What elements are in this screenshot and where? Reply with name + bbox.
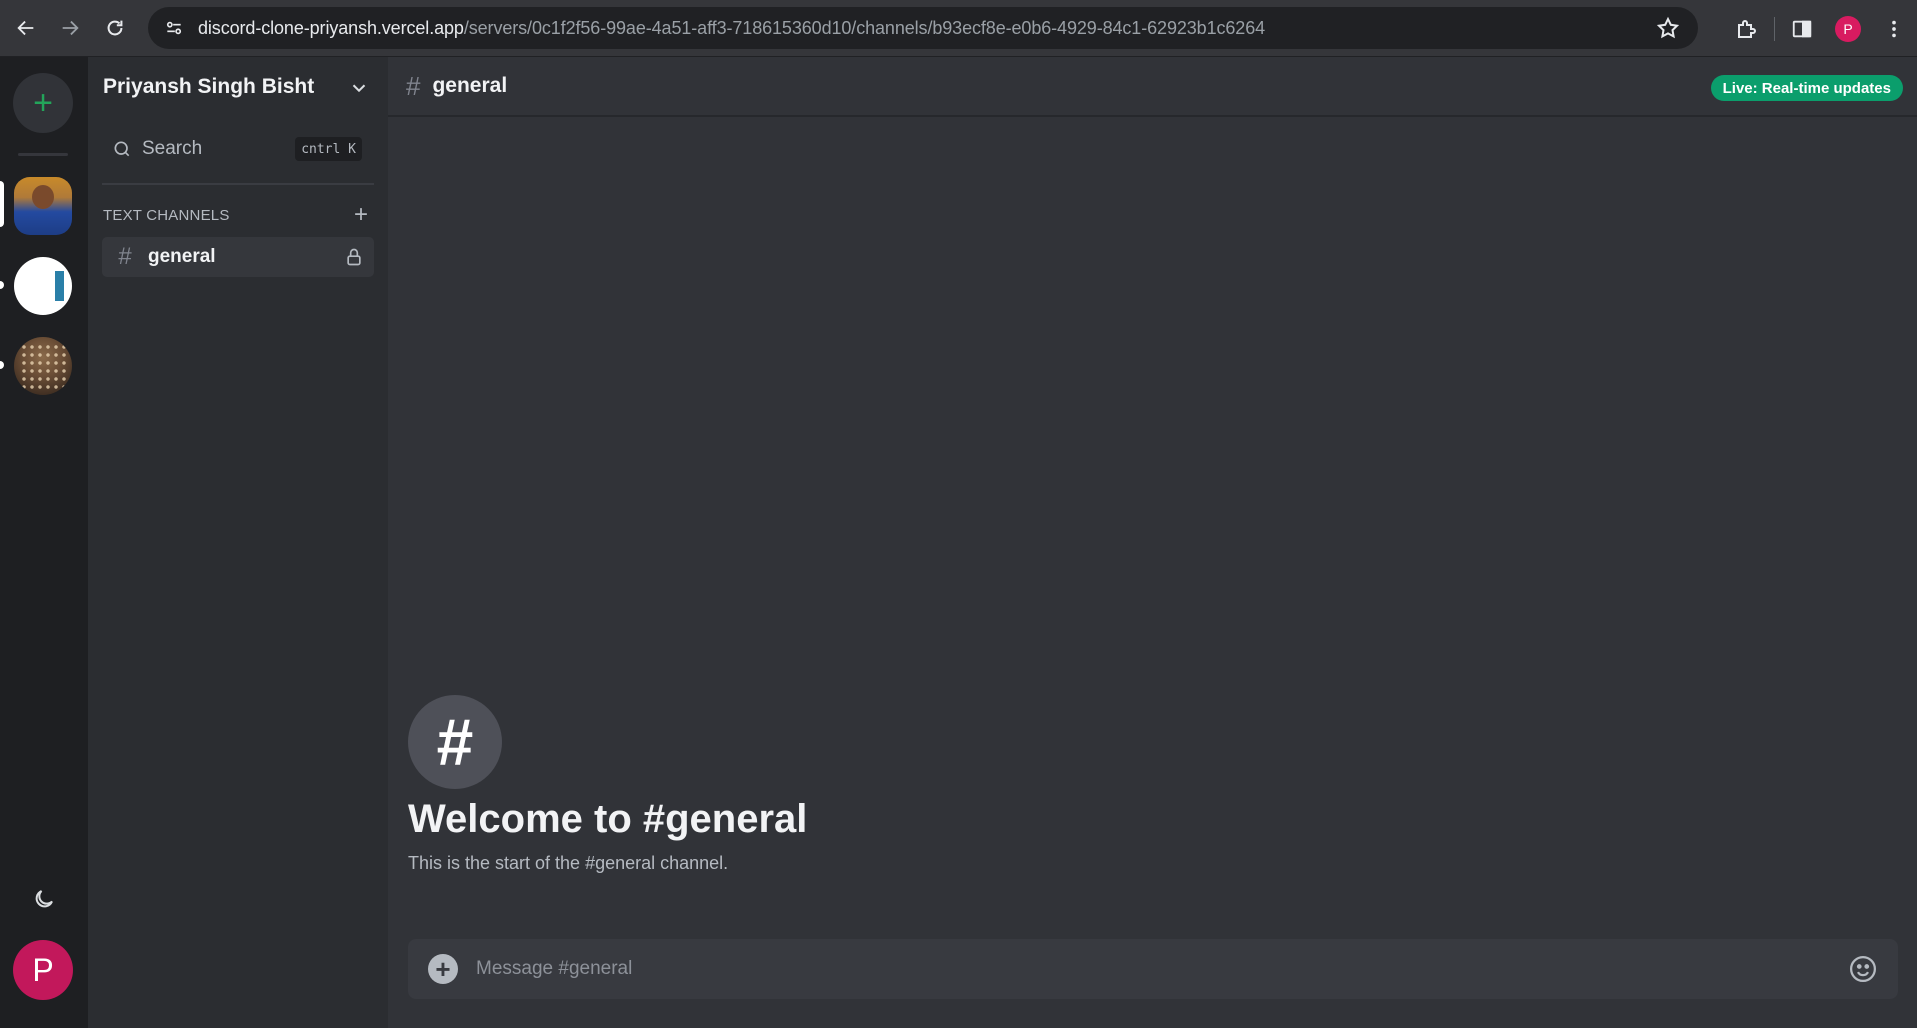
- profile-avatar: P: [1835, 15, 1861, 42]
- active-server-indicator: [0, 181, 4, 227]
- server-icon-1[interactable]: [14, 177, 72, 235]
- chat-area: # general Live: Real-time updates # Welc…: [388, 57, 1917, 1028]
- search-shortcut: cntrl K: [295, 137, 362, 161]
- toolbar-divider: [1774, 16, 1775, 41]
- server-header-button[interactable]: Priyansh Singh Bisht: [88, 57, 388, 117]
- url-text: discord-clone-priyansh.vercel.app/server…: [198, 18, 1265, 39]
- reload-button[interactable]: [93, 6, 137, 50]
- plus-icon: +: [33, 83, 53, 122]
- server-rail: + P: [0, 57, 88, 1028]
- side-panel-icon[interactable]: [1779, 6, 1825, 52]
- message-composer: +: [408, 939, 1898, 999]
- hash-icon: #: [406, 70, 421, 101]
- welcome-title: Welcome to #general: [408, 797, 808, 841]
- browser-toolbar: discord-clone-priyansh.vercel.app/server…: [0, 0, 1917, 57]
- forward-button[interactable]: [48, 6, 92, 50]
- user-avatar[interactable]: P: [13, 940, 73, 1000]
- theme-toggle-button[interactable]: [24, 879, 64, 919]
- section-label: TEXT CHANNELS: [103, 206, 230, 224]
- search-label: Search: [142, 138, 203, 159]
- server-name: Priyansh Singh Bisht: [103, 75, 315, 98]
- extensions-icon[interactable]: [1724, 6, 1770, 52]
- text-channels-section: TEXT CHANNELS +: [103, 201, 373, 228]
- create-channel-plus-icon[interactable]: +: [349, 201, 373, 228]
- url-path: /servers/0c1f2f56-99ae-4a51-aff3-7186153…: [463, 17, 1266, 38]
- profile-button[interactable]: P: [1825, 6, 1871, 52]
- arrow-right-icon: [62, 20, 79, 36]
- arrow-left-icon: [17, 20, 34, 36]
- rail-divider: [18, 153, 68, 156]
- back-button[interactable]: [4, 6, 48, 50]
- sidebar-divider: [102, 183, 374, 185]
- server-icon-2[interactable]: [14, 257, 72, 315]
- server-icon-3[interactable]: [14, 337, 72, 395]
- welcome-subtitle: This is the start of the #general channe…: [408, 853, 729, 873]
- message-input[interactable]: [476, 939, 1816, 999]
- browser-menu-icon[interactable]: [1871, 6, 1917, 52]
- url-host: discord-clone-priyansh.vercel.app: [198, 17, 464, 38]
- chevron-down-icon: [352, 84, 366, 93]
- reload-icon: [107, 20, 123, 36]
- bookmark-star-icon[interactable]: [1656, 16, 1680, 45]
- channel-sidebar: Priyansh Singh Bisht Search cntrl K TEXT…: [88, 57, 388, 1028]
- hash-icon: #: [118, 243, 132, 270]
- live-status-badge: Live: Real-time updates: [1710, 75, 1903, 101]
- server-indicator: [0, 361, 4, 369]
- server-indicator: [0, 281, 4, 289]
- add-server-button[interactable]: +: [13, 73, 73, 133]
- moon-icon: [35, 890, 53, 908]
- search-icon: [114, 141, 130, 157]
- channel-name: general: [148, 246, 216, 267]
- site-info-icon[interactable]: [160, 14, 188, 42]
- attach-plus-button[interactable]: +: [428, 954, 458, 984]
- lock-icon: [347, 248, 361, 266]
- chat-header: # general Live: Real-time updates: [388, 57, 1917, 117]
- channel-item-general[interactable]: # general: [102, 237, 374, 277]
- search-button[interactable]: Search cntrl K: [102, 129, 372, 169]
- emoji-icon[interactable]: [1848, 954, 1878, 984]
- welcome-hash-icon: #: [408, 695, 502, 789]
- channel-title: general: [432, 74, 508, 97]
- browser-actions: P: [1724, 0, 1917, 57]
- address-bar[interactable]: discord-clone-priyansh.vercel.app/server…: [148, 7, 1698, 49]
